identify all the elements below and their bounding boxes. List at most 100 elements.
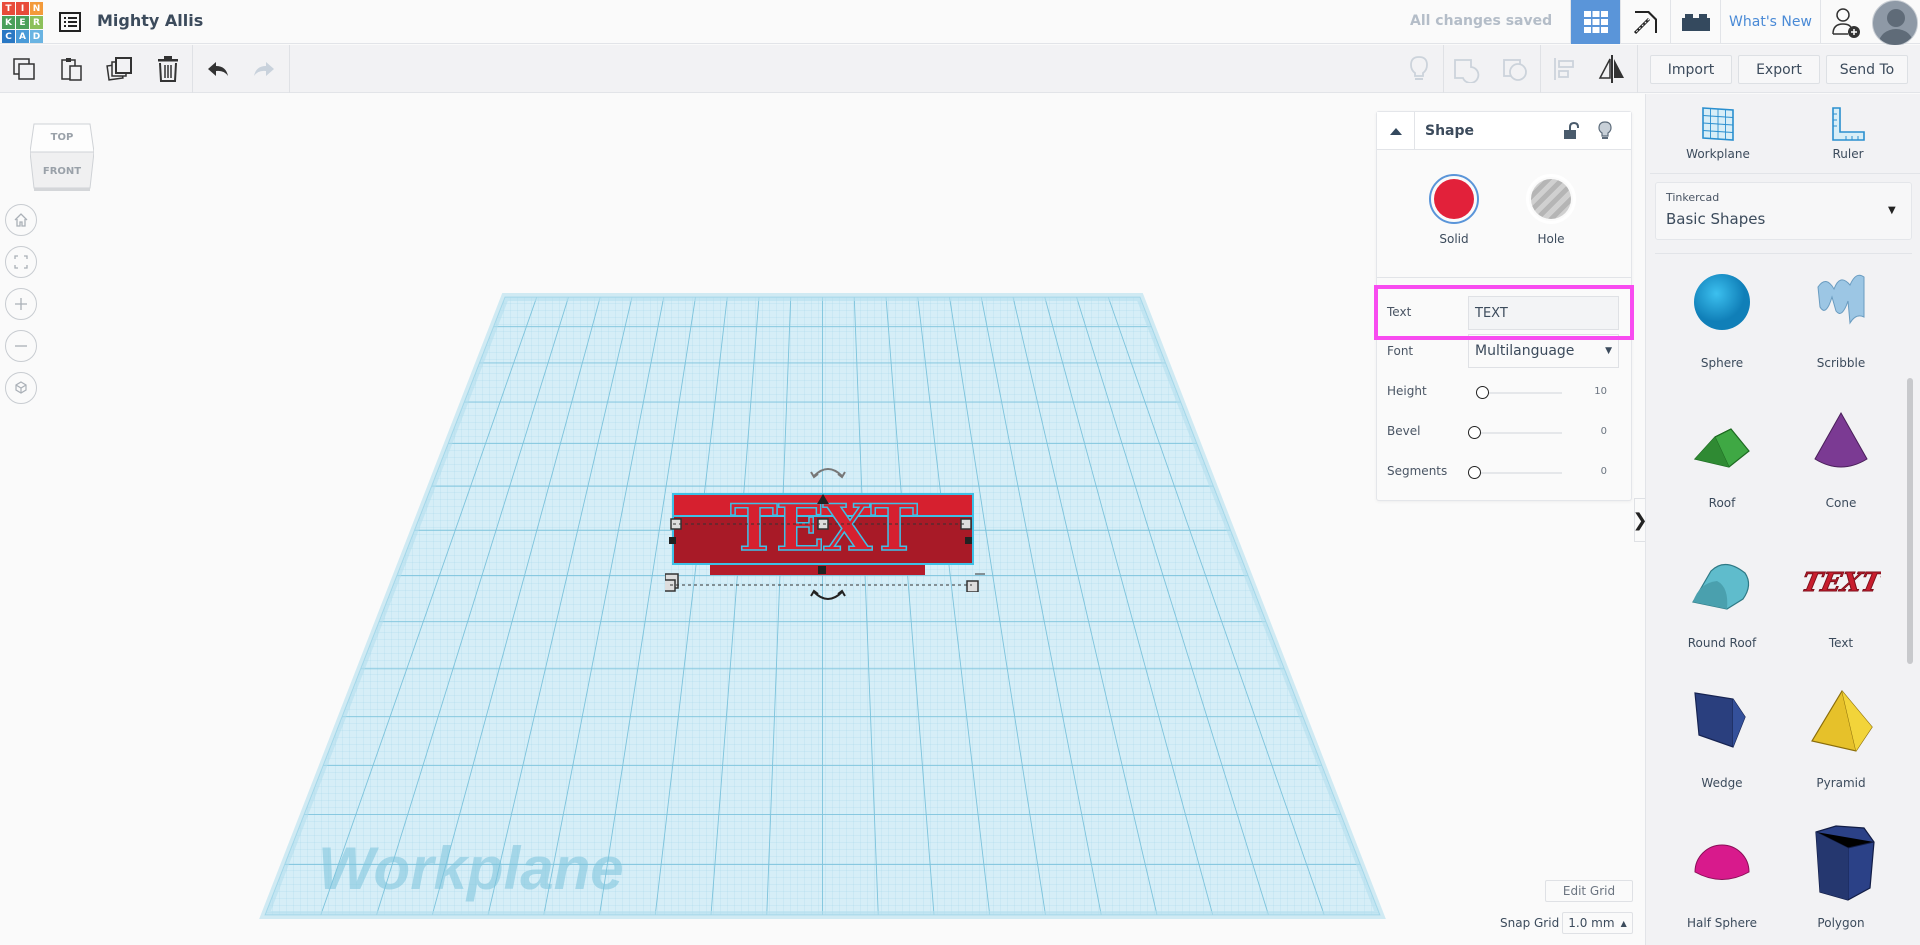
segments-slider-knob[interactable] (1468, 466, 1481, 479)
text-field-highlight (1374, 285, 1634, 340)
shape-text[interactable]: TEXTText (1786, 532, 1896, 650)
toolbar-divider (1540, 45, 1541, 93)
segments-slider-track[interactable] (1469, 472, 1562, 474)
shape-label: Pyramid (1786, 776, 1896, 790)
grid-view-icon (1584, 11, 1608, 33)
toolbar-divider (1637, 45, 1638, 93)
toolbar-divider (289, 45, 290, 93)
shape-label: Roof (1667, 496, 1777, 510)
ruler-tool-label: Ruler (1798, 147, 1898, 161)
selected-text-object[interactable]: TEXT (665, 482, 985, 592)
tinkercad-logo[interactable]: TINKERCAD (2, 2, 44, 44)
logo-letter: D (30, 30, 43, 43)
align-button[interactable] (1548, 53, 1580, 85)
shape-cone[interactable]: Cone (1786, 392, 1896, 510)
svg-text:TEXT: TEXT (1801, 567, 1881, 598)
align-icon (1552, 55, 1576, 83)
caret-up-icon: ▲ (1621, 919, 1627, 928)
undo-icon (206, 60, 230, 78)
shape-label: Polygon (1786, 916, 1896, 930)
duplicate-button[interactable] (104, 53, 136, 85)
library-category: Tinkercad (1666, 191, 1719, 204)
mirror-icon (1597, 54, 1627, 84)
lego-brick-icon (1682, 12, 1710, 32)
logo-letter: R (30, 16, 43, 29)
shape-scribble[interactable]: Scribble (1786, 252, 1896, 370)
ruler-tool[interactable]: Ruler (1798, 106, 1898, 161)
undo-button[interactable] (202, 53, 234, 85)
rotate-handle-bottom[interactable] (808, 588, 848, 606)
save-status: All changes saved (1410, 13, 1552, 29)
redo-icon (252, 60, 276, 78)
lightbulb-icon (1409, 55, 1429, 83)
show-all-button[interactable] (1403, 53, 1435, 85)
snap-grid-select[interactable]: 1.0 mm ▲ (1562, 912, 1633, 934)
shape-roof[interactable]: Roof (1667, 392, 1777, 510)
bevel-prop-label: Bevel (1387, 424, 1420, 438)
bricks-view-button[interactable] (1670, 0, 1720, 44)
send-to-button[interactable]: Send To (1826, 55, 1908, 84)
hide-button[interactable] (1597, 121, 1613, 145)
logo-letter: N (30, 2, 43, 15)
shape-label: Half Sphere (1667, 916, 1777, 930)
shape-wedge[interactable]: Wedge (1667, 672, 1777, 790)
workplane-watermark: Workplane (318, 835, 624, 902)
workplane-tool-label: Workplane (1668, 147, 1768, 161)
project-title[interactable]: Mighty Allis (97, 11, 203, 30)
library-name: Basic Shapes (1666, 210, 1765, 228)
grid-view-button[interactable] (1570, 0, 1620, 44)
polygon-icon (1786, 812, 1896, 912)
copy-button[interactable] (8, 53, 40, 85)
roof-icon (1667, 392, 1777, 492)
whats-new-link[interactable]: What's New (1720, 0, 1820, 44)
user-avatar[interactable] (1872, 0, 1918, 46)
inspector-title: Shape (1425, 123, 1474, 139)
shape-label: Sphere (1667, 356, 1777, 370)
shape-label: Scribble (1786, 356, 1896, 370)
half-sphere-icon (1667, 812, 1777, 912)
height-prop-label: Height (1387, 384, 1427, 398)
bevel-slider-track[interactable] (1469, 432, 1562, 434)
ungroup-icon (1501, 55, 1529, 83)
minecraft-view-button[interactable] (1620, 0, 1670, 44)
edit-grid-button[interactable]: Edit Grid (1545, 880, 1633, 902)
top-bar: TINKERCAD Mighty Allis All changes saved… (0, 0, 1920, 44)
ruler-icon (1830, 106, 1866, 142)
caret-down-icon: ▼ (1605, 346, 1612, 356)
lock-button[interactable] (1563, 122, 1579, 144)
logo-letter: C (2, 30, 15, 43)
rotate-handle-top[interactable] (808, 462, 848, 480)
height-slider-track[interactable] (1477, 392, 1562, 394)
shape-sphere[interactable]: Sphere (1667, 252, 1777, 370)
caret-up-icon (1389, 126, 1403, 136)
import-button[interactable]: Import (1650, 55, 1732, 84)
shape-library-select[interactable]: Tinkercad Basic Shapes ▼ (1655, 182, 1912, 240)
redo-button[interactable] (248, 53, 280, 85)
font-prop-label: Font (1387, 344, 1413, 358)
shape-label: Cone (1786, 496, 1896, 510)
solid-swatch[interactable] (1429, 174, 1479, 224)
bevel-slider-knob[interactable] (1468, 426, 1481, 439)
ungroup-button[interactable] (1499, 53, 1531, 85)
design-list-icon[interactable] (58, 10, 82, 34)
shape-pyramid[interactable]: Pyramid (1786, 672, 1896, 790)
export-button[interactable]: Export (1738, 55, 1820, 84)
collapse-inspector-button[interactable] (1377, 112, 1415, 150)
logo-letter: K (2, 16, 15, 29)
snap-grid-value: 1.0 mm (1568, 916, 1614, 930)
hole-swatch[interactable] (1526, 174, 1576, 224)
invite-user-button[interactable] (1820, 0, 1870, 44)
shape-half-sphere[interactable]: Half Sphere (1667, 812, 1777, 930)
sidebar-scrollbar[interactable] (1907, 378, 1913, 664)
height-slider-knob[interactable] (1476, 386, 1489, 399)
trash-icon (156, 55, 180, 83)
delete-button[interactable] (152, 53, 184, 85)
shape-polygon[interactable]: Polygon (1786, 812, 1896, 930)
paste-button[interactable] (56, 53, 88, 85)
group-button[interactable] (1450, 53, 1482, 85)
mirror-button[interactable] (1596, 53, 1628, 85)
shape-round-roof[interactable]: Round Roof (1667, 532, 1777, 650)
toolbar-divider (1443, 45, 1444, 93)
workplane-tool[interactable]: Workplane (1668, 106, 1768, 161)
duplicate-icon (106, 55, 134, 83)
